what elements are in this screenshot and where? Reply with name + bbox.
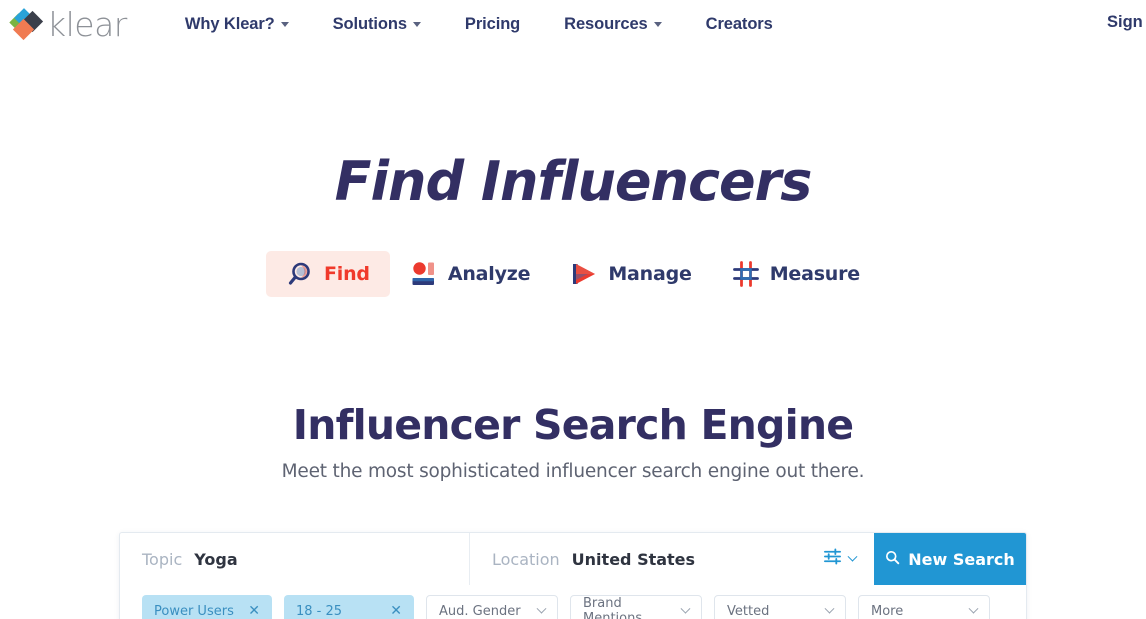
nav-item-creators[interactable]: Creators (684, 15, 795, 34)
chevron-down-icon (280, 21, 289, 27)
nav-label: Resources (564, 14, 648, 33)
location-value: United States (571, 549, 696, 569)
new-search-label: New Search (908, 549, 1015, 569)
chevron-down-icon (536, 603, 547, 614)
section-subtitle: Meet the most sophisticated influencer s… (281, 461, 865, 482)
nav-label: Creators (705, 14, 773, 33)
chevron-down-icon (653, 21, 662, 27)
nav-label: Solutions (332, 14, 407, 33)
tab-find[interactable]: Find (265, 251, 390, 297)
nav-item-why-klear[interactable]: Why Klear? (163, 15, 311, 34)
filter-dropdown-vetted[interactable]: Vetted (714, 595, 846, 619)
filter-chip-age-range[interactable]: 18 - 25 ✕ (284, 595, 414, 619)
person-chart-icon (410, 260, 438, 288)
topic-field[interactable]: Topic Yoga (120, 533, 470, 585)
chevron-down-icon (968, 603, 979, 614)
play-flag-icon (570, 260, 598, 288)
location-field[interactable]: Location United States (470, 533, 823, 585)
hashtag-icon (732, 260, 760, 288)
chip-label: Vetted (727, 603, 770, 619)
magnifier-icon (286, 260, 314, 288)
advanced-filters-toggle[interactable] (823, 533, 874, 585)
sign-in-link[interactable]: Sign In (1107, 13, 1146, 32)
product-tabs: Find Analyze Manage Measure (0, 251, 1146, 297)
chip-label: Brand Mentions (583, 596, 643, 619)
nav-item-resources[interactable]: Resources (542, 15, 683, 34)
tab-label: Measure (769, 263, 861, 285)
close-icon[interactable]: ✕ (248, 603, 260, 619)
logo[interactable]: klear (8, 8, 127, 41)
chip-label: 18 - 25 (296, 603, 343, 619)
chip-label: More (871, 603, 904, 619)
logo-text: klear (47, 4, 127, 44)
chevron-down-icon (824, 603, 835, 614)
topic-label: Topic (142, 549, 183, 569)
tab-manage[interactable]: Manage (550, 251, 711, 297)
nav-label: Pricing (464, 14, 521, 33)
filter-dropdown-brand-mentions[interactable]: Brand Mentions (570, 595, 702, 619)
chevron-down-icon (847, 551, 858, 562)
klear-diamond-logo-icon (9, 8, 44, 41)
site-header: klear Why Klear? Solutions Pricing Resou… (0, 0, 1146, 48)
tab-label: Analyze (447, 263, 531, 285)
filter-chips-row: Power Users ✕ 18 - 25 ✕ Aud. Gender Bran… (120, 585, 1026, 619)
chevron-down-icon (412, 21, 421, 27)
nav-item-pricing[interactable]: Pricing (443, 15, 542, 34)
tab-analyze[interactable]: Analyze (390, 251, 551, 297)
sliders-icon (823, 547, 842, 571)
page-title: Find Influencers (334, 150, 813, 213)
filter-chip-power-users[interactable]: Power Users ✕ (142, 595, 272, 619)
tab-label: Manage (608, 263, 692, 285)
close-icon[interactable]: ✕ (390, 603, 402, 619)
nav-label: Why Klear? (184, 14, 275, 33)
search-widget: Topic Yoga Location United States New Se… (119, 532, 1027, 619)
nav-item-solutions[interactable]: Solutions (311, 15, 443, 34)
chip-label: Aud. Gender (439, 603, 521, 619)
chip-label: Power Users (154, 603, 234, 619)
section-title: Influencer Search Engine (292, 401, 854, 449)
search-icon (885, 550, 900, 569)
topic-value: Yoga (194, 549, 238, 569)
main-nav: Why Klear? Solutions Pricing Resources C… (163, 15, 795, 34)
location-label: Location (492, 549, 560, 569)
tab-label: Find (323, 263, 370, 285)
tab-measure[interactable]: Measure (712, 251, 880, 297)
search-fields-row: Topic Yoga Location United States New Se… (120, 533, 1026, 585)
new-search-button[interactable]: New Search (874, 533, 1026, 585)
filter-dropdown-more[interactable]: More (858, 595, 990, 619)
filter-dropdown-aud-gender[interactable]: Aud. Gender (426, 595, 558, 619)
